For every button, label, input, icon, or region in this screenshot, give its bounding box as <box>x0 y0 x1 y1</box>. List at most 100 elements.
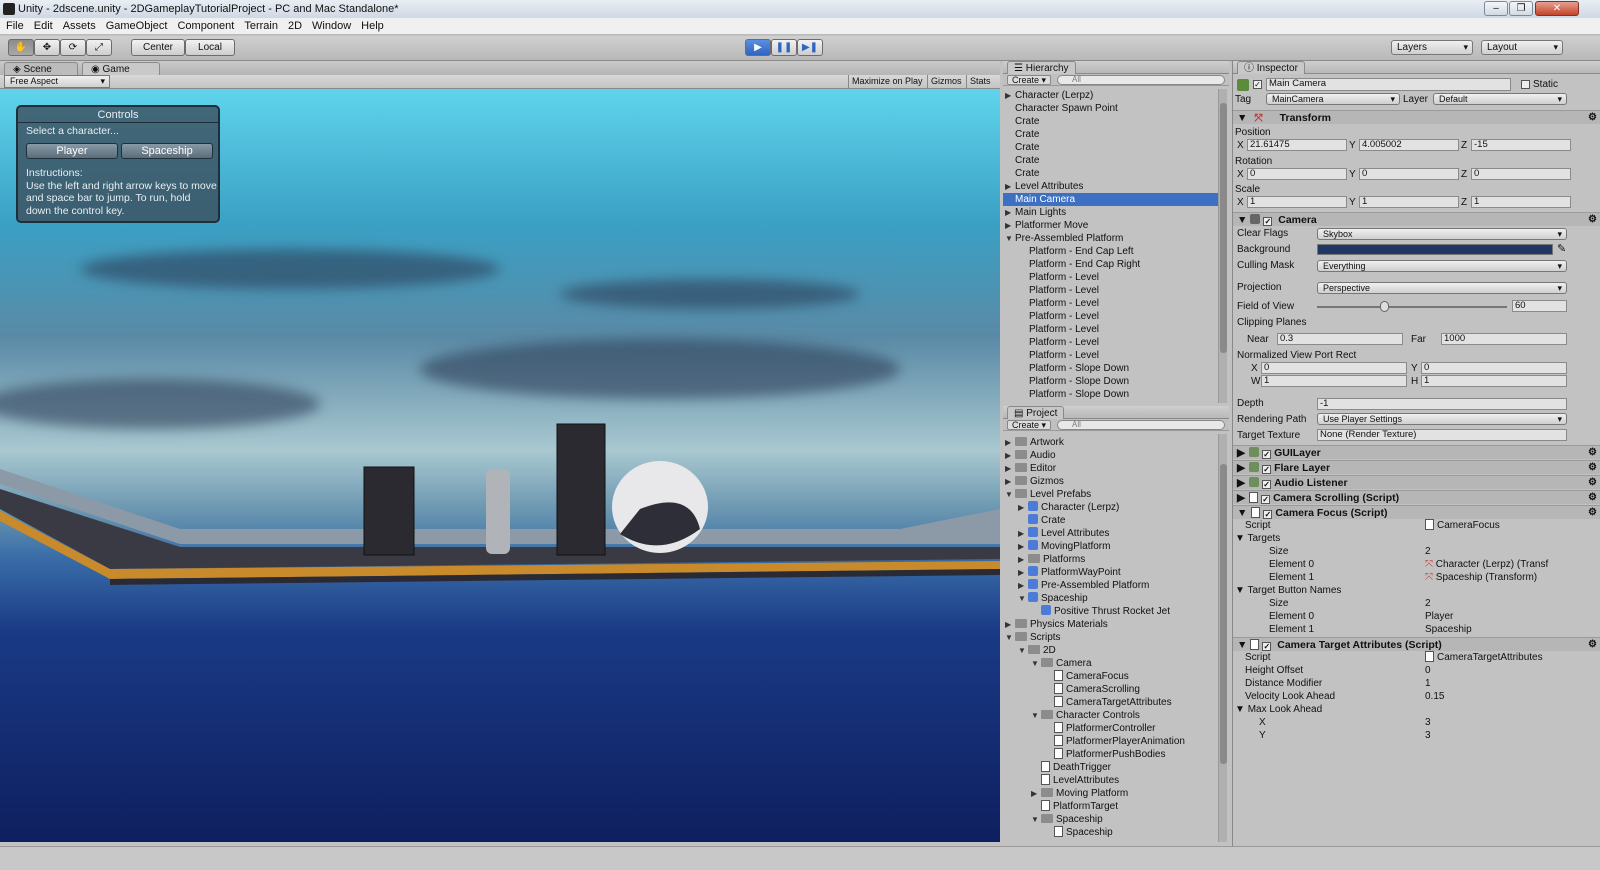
expand-arrow-icon[interactable]: ▶ <box>1005 475 1015 488</box>
expand-arrow-icon[interactable]: ▼ <box>1018 644 1028 657</box>
project-item[interactable]: PlatformerPlayerAnimation <box>1003 735 1218 748</box>
expand-arrow-icon[interactable]: ▶ <box>1005 618 1015 631</box>
cf-n0-value[interactable]: Player <box>1425 610 1453 623</box>
gear-icon[interactable]: ⚙ <box>1588 446 1597 460</box>
expand-arrow-icon[interactable]: ▶ <box>1005 206 1015 219</box>
scl-y-field[interactable]: 1 <box>1359 196 1459 208</box>
cta-height-value[interactable]: 0 <box>1425 664 1431 677</box>
hierarchy-scroll-thumb[interactable] <box>1220 103 1227 353</box>
expand-arrow-icon[interactable]: ▼ <box>1005 232 1015 245</box>
move-tool-icon[interactable]: ✥ <box>34 39 60 56</box>
gear-icon[interactable]: ⚙ <box>1588 491 1597 505</box>
cta-y-value[interactable]: 3 <box>1425 729 1431 742</box>
near-field[interactable]: 0.3 <box>1277 333 1403 345</box>
hierarchy-item[interactable]: Platform - Level <box>1003 323 1218 336</box>
scl-x-field[interactable]: 1 <box>1247 196 1347 208</box>
expand-arrow-icon[interactable]: ▶ <box>1018 566 1028 579</box>
expand-arrow-icon[interactable]: ▼ <box>1005 631 1015 644</box>
hierarchy-item[interactable]: ▼ Pre-Assembled Platform <box>1003 232 1218 245</box>
object-name-field[interactable]: Main Camera <box>1266 78 1511 91</box>
layout-dropdown[interactable]: Layout <box>1481 40 1563 55</box>
hierarchy-item[interactable]: Platform - Level <box>1003 271 1218 284</box>
tab-hierarchy[interactable]: ☰ Hierarchy <box>1007 61 1076 74</box>
project-create-button[interactable]: Create ▾ <box>1007 420 1052 430</box>
cta-x-value[interactable]: 3 <box>1425 716 1431 729</box>
minimize-button[interactable]: – <box>1484 1 1508 16</box>
scl-z-field[interactable]: 1 <box>1471 196 1571 208</box>
menu-item-assets[interactable]: Assets <box>59 18 100 35</box>
tab-scene[interactable]: ◈ Scene <box>4 62 78 76</box>
menu-item-edit[interactable]: Edit <box>30 18 57 35</box>
expand-arrow-icon[interactable]: ▶ <box>1005 180 1015 193</box>
aspect-dropdown[interactable]: Free Aspect <box>4 75 110 88</box>
hierarchy-item[interactable]: Platform - Level <box>1003 349 1218 362</box>
menu-item-2d[interactable]: 2D <box>284 18 306 35</box>
menu-item-gameobject[interactable]: GameObject <box>102 18 172 35</box>
stats-toggle[interactable]: Stats <box>966 75 994 88</box>
hierarchy-item[interactable]: Crate <box>1003 141 1218 154</box>
project-item[interactable]: ▼ Character Controls <box>1003 709 1218 722</box>
cta-enabled-checkbox[interactable] <box>1262 642 1272 651</box>
gear-icon[interactable]: ⚙ <box>1588 111 1597 125</box>
maximize-on-play-toggle[interactable]: Maximize on Play <box>848 75 926 88</box>
component-header[interactable]: ▶ GUILayer ⚙ <box>1233 445 1600 459</box>
hierarchy-item[interactable]: Main Camera <box>1003 193 1218 206</box>
fov-slider-thumb[interactable] <box>1380 301 1389 312</box>
cf-element1-field[interactable]: ⤧ Spaceship (Transform) <box>1425 571 1537 584</box>
hierarchy-create-button[interactable]: Create ▾ <box>1007 75 1052 85</box>
pivot-center-button[interactable]: Center <box>131 39 185 56</box>
expand-arrow-icon[interactable]: ▼ <box>1005 488 1015 501</box>
cf-names-label[interactable]: ▼ Target Button Names <box>1235 584 1341 597</box>
vp-w-field[interactable]: 1 <box>1261 375 1407 387</box>
scale-tool-icon[interactable]: ⤢ <box>86 39 112 56</box>
hierarchy-item[interactable]: Crate <box>1003 115 1218 128</box>
component-header[interactable]: ▼ Camera Focus (Script) ⚙ <box>1233 505 1600 519</box>
project-item[interactable]: LevelAttributes <box>1003 774 1218 787</box>
project-item[interactable]: PlatformerController <box>1003 722 1218 735</box>
expand-arrow-icon[interactable]: ▶ <box>1018 501 1028 514</box>
tag-dropdown[interactable]: MainCamera <box>1266 93 1400 105</box>
vp-y-field[interactable]: 0 <box>1421 362 1567 374</box>
hierarchy-item[interactable]: Platform - End Cap Left <box>1003 245 1218 258</box>
rot-z-field[interactable]: 0 <box>1471 168 1571 180</box>
hierarchy-item[interactable]: Crate <box>1003 154 1218 167</box>
project-item[interactable]: PlatformerPushBodies <box>1003 748 1218 761</box>
expand-arrow-icon[interactable]: ▼ <box>1031 709 1041 722</box>
component-header[interactable]: ▶ Camera Scrolling (Script) ⚙ <box>1233 490 1600 504</box>
hierarchy-item[interactable]: Platform - Slope Down <box>1003 388 1218 401</box>
component-enabled-checkbox[interactable] <box>1262 450 1272 459</box>
target-texture-field[interactable]: None (Render Texture) <box>1317 429 1567 441</box>
fold-arrow-icon[interactable]: ▶ <box>1237 447 1245 459</box>
pause-icon[interactable]: ❚❚ <box>771 39 797 56</box>
culling-mask-dropdown[interactable]: Everything <box>1317 260 1567 272</box>
gear-icon[interactable]: ⚙ <box>1588 461 1597 475</box>
expand-arrow-icon[interactable]: ▶ <box>1018 579 1028 592</box>
project-item[interactable]: ▶ Editor <box>1003 462 1218 475</box>
active-checkbox[interactable] <box>1253 80 1262 89</box>
tab-project[interactable]: ▤ Project <box>1007 406 1065 419</box>
fold-arrow-icon[interactable]: ▶ <box>1237 462 1245 474</box>
cf-nsize-value[interactable]: 2 <box>1425 597 1431 610</box>
component-enabled-checkbox[interactable] <box>1263 510 1273 519</box>
vp-x-field[interactable]: 0 <box>1261 362 1407 374</box>
project-item[interactable]: ▼ 2D <box>1003 644 1218 657</box>
hierarchy-item[interactable]: ▶ Platformer Move <box>1003 219 1218 232</box>
rot-y-field[interactable]: 0 <box>1359 168 1459 180</box>
gear-icon[interactable]: ⚙ <box>1588 476 1597 490</box>
gear-icon[interactable]: ⚙ <box>1588 638 1597 652</box>
cf-element0-field[interactable]: ⤧ Character (Lerpz) (Transf <box>1425 558 1548 571</box>
expand-arrow-icon[interactable]: ▶ <box>1005 219 1015 232</box>
project-item[interactable]: Spaceship <box>1003 826 1218 839</box>
project-item[interactable]: ▶ Level Attributes <box>1003 527 1218 540</box>
expand-arrow-icon[interactable]: ▶ <box>1018 527 1028 540</box>
eyedropper-icon[interactable]: ✎ <box>1557 242 1566 255</box>
gear-icon[interactable]: ⚙ <box>1588 213 1597 227</box>
component-enabled-checkbox[interactable] <box>1262 465 1272 474</box>
project-scroll-thumb[interactable] <box>1220 464 1227 764</box>
project-item[interactable]: ▶ Platforms <box>1003 553 1218 566</box>
fold-arrow-icon[interactable]: ▶ <box>1237 477 1245 489</box>
transform-header[interactable]: ▼ ⤧ Transform ⚙ <box>1233 110 1600 124</box>
project-item[interactable]: Positive Thrust Rocket Jet <box>1003 605 1218 618</box>
cf-n1-value[interactable]: Spaceship <box>1425 623 1472 636</box>
project-item[interactable]: ▶ Pre-Assembled Platform <box>1003 579 1218 592</box>
